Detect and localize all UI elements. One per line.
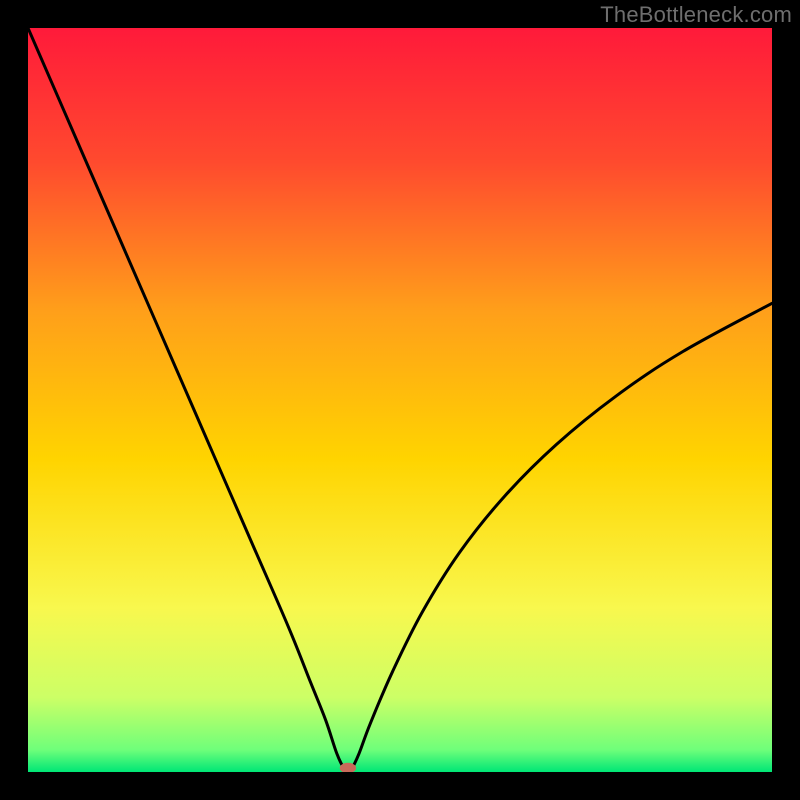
watermark-text: TheBottleneck.com [600, 2, 792, 28]
chart-frame: TheBottleneck.com [0, 0, 800, 800]
gradient-background [28, 28, 772, 772]
plot-area [28, 28, 772, 772]
bottleneck-chart [28, 28, 772, 772]
